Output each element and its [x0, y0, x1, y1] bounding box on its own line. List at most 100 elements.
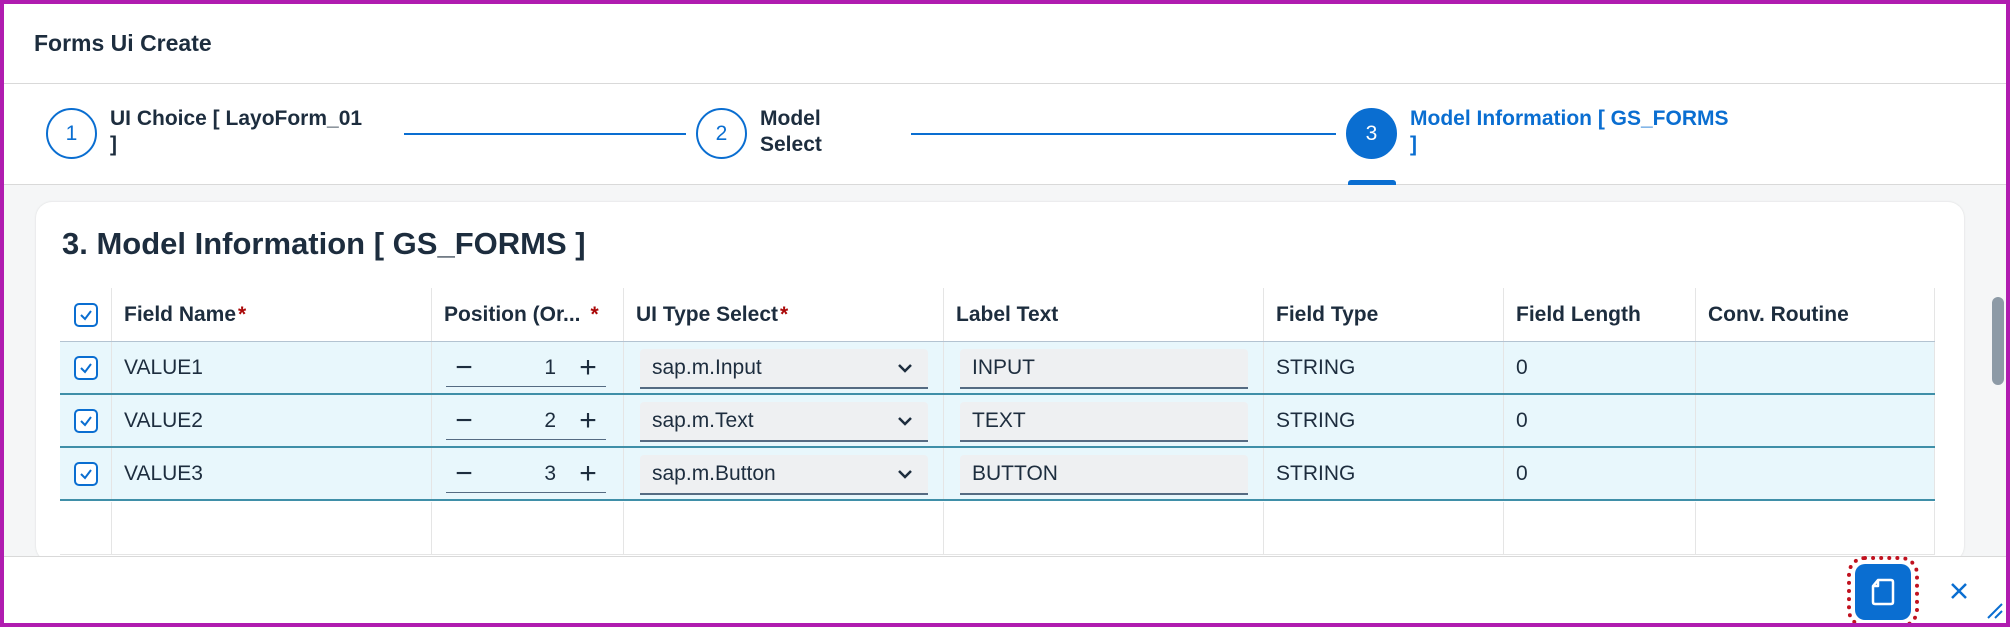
- column-header-label: Field Length: [1516, 302, 1641, 326]
- step-1-circle[interactable]: 1: [46, 108, 97, 159]
- step-1-label-line1: UI Choice [ LayoForm_01: [110, 107, 363, 130]
- resize-handle[interactable]: [1984, 600, 2004, 620]
- step-connector-2: [911, 133, 1336, 135]
- decrement-button[interactable]: −: [446, 456, 482, 492]
- position-stepper[interactable]: − 1 +: [446, 350, 606, 387]
- label-text-input[interactable]: [960, 349, 1248, 389]
- plus-icon: +: [579, 351, 597, 384]
- empty-cell: [624, 502, 944, 554]
- position-cell: − 2 +: [432, 395, 624, 446]
- table-row[interactable]: VALUE2 − 2 + sap.m.Text TEXT STRING 0: [60, 395, 1935, 448]
- column-header-label-text[interactable]: Label Text: [944, 288, 1264, 341]
- label-text-cell: [944, 395, 1264, 446]
- minus-icon: −: [455, 457, 473, 490]
- position-value[interactable]: 1: [482, 356, 570, 380]
- step-3-label-line1: Model Information [ GS_FORMS: [1410, 107, 1729, 130]
- label-text-cell: [944, 448, 1264, 499]
- table-row-empty: [60, 502, 1935, 555]
- column-header-conv-routine[interactable]: Conv. Routine: [1696, 288, 1935, 341]
- label-text-input[interactable]: [960, 455, 1248, 495]
- field-name-cell: VALUE2: [112, 395, 432, 446]
- conv-routine-cell: [1696, 395, 1935, 446]
- row-checkbox[interactable]: [73, 408, 98, 433]
- step-2-label-line2: Select: [760, 133, 822, 156]
- dialog-header: Forms Ui Create: [4, 4, 2006, 84]
- increment-button[interactable]: +: [570, 350, 606, 386]
- label-text-cell: [944, 342, 1264, 393]
- required-marker: *: [780, 302, 789, 326]
- label-text-input[interactable]: [960, 402, 1248, 442]
- table-header-row: Field Name * Position (Or... * UI Type Sel…: [60, 288, 1935, 342]
- position-value[interactable]: 2: [482, 409, 570, 433]
- empty-cell: [1264, 502, 1504, 554]
- column-header-ui-type[interactable]: UI Type Select *: [624, 288, 944, 341]
- field-name-cell: VALUE3: [112, 448, 432, 499]
- select-all-cell: [60, 288, 112, 341]
- column-header-field-length[interactable]: Field Length: [1504, 288, 1696, 341]
- step-1-label[interactable]: UI Choice [ LayoForm_01 ]: [110, 106, 362, 158]
- row-checkbox[interactable]: [73, 461, 98, 486]
- row-select-cell: [60, 342, 112, 393]
- column-header-field-name[interactable]: Field Name *: [112, 288, 432, 341]
- position-stepper[interactable]: − 3 +: [446, 456, 606, 493]
- copy-icon: [1871, 578, 1895, 606]
- minus-icon: −: [455, 351, 473, 384]
- step-3-circle[interactable]: 3: [1346, 108, 1397, 159]
- step-2-circle[interactable]: 2: [696, 108, 747, 159]
- position-cell: − 1 +: [432, 342, 624, 393]
- increment-button[interactable]: +: [570, 456, 606, 492]
- step-3-label-line2: ]: [1410, 133, 1417, 156]
- ui-type-select-value: sap.m.Input: [652, 356, 762, 379]
- ui-type-cell: sap.m.Input: [624, 342, 944, 393]
- table-row[interactable]: VALUE1 − 1 + sap.m.Input INPUT STRING 0: [60, 342, 1935, 395]
- column-header-label: Field Type: [1276, 302, 1379, 326]
- conv-routine-cell: [1696, 342, 1935, 393]
- step-3-label[interactable]: Model Information [ GS_FORMS ]: [1410, 106, 1729, 158]
- decrement-button[interactable]: −: [446, 350, 482, 386]
- empty-cell: [1504, 502, 1696, 554]
- ui-type-select[interactable]: sap.m.Button: [640, 455, 928, 495]
- copy-button[interactable]: [1847, 556, 1919, 623]
- ui-type-select[interactable]: sap.m.Input: [640, 349, 928, 389]
- increment-button[interactable]: +: [570, 403, 606, 439]
- section-title: 3. Model Information [ GS_FORMS ]: [62, 226, 586, 261]
- chevron-down-icon: [898, 417, 912, 426]
- close-button[interactable]: [1939, 571, 1979, 611]
- empty-cell: [944, 502, 1264, 554]
- field-type-cell: STRING: [1264, 395, 1504, 446]
- empty-cell: [112, 502, 432, 554]
- select-all-checkbox[interactable]: [73, 302, 98, 327]
- chevron-down-icon: [898, 364, 912, 373]
- vertical-scrollbar[interactable]: [1992, 297, 2004, 385]
- check-icon: [79, 415, 92, 427]
- field-name-cell: VALUE1: [112, 342, 432, 393]
- row-checkbox[interactable]: [73, 355, 98, 380]
- position-value[interactable]: 3: [482, 462, 570, 486]
- position-stepper[interactable]: − 2 +: [446, 403, 606, 440]
- field-length-cell: 0: [1504, 448, 1696, 499]
- field-length-cell: 0: [1504, 395, 1696, 446]
- ui-type-select[interactable]: sap.m.Text: [640, 402, 928, 442]
- check-icon: [79, 468, 92, 480]
- model-information-panel: 3. Model Information [ GS_FORMS ] Field …: [36, 202, 1964, 562]
- wizard-progress-bar: 1 UI Choice [ LayoForm_01 ] 2 Model Sele…: [4, 84, 2006, 185]
- step-1-label-line2: ]: [110, 133, 117, 156]
- step-2-label[interactable]: Model Select: [760, 106, 822, 158]
- field-length-cell: 0: [1504, 342, 1696, 393]
- chevron-down-icon: [898, 470, 912, 479]
- column-header-field-type[interactable]: Field Type: [1264, 288, 1504, 341]
- position-cell: − 3 +: [432, 448, 624, 499]
- row-select-cell: [60, 448, 112, 499]
- decrement-button[interactable]: −: [446, 403, 482, 439]
- field-type-cell: STRING: [1264, 342, 1504, 393]
- plus-icon: +: [579, 404, 597, 437]
- column-header-position[interactable]: Position (Or... *: [432, 288, 624, 341]
- dialog-window: Forms Ui Create 1 UI Choice [ LayoForm_0…: [0, 0, 2010, 627]
- table-row[interactable]: VALUE3 − 3 + sap.m.Button BUTTON STRING …: [60, 448, 1935, 501]
- ui-type-select-value: sap.m.Text: [652, 409, 754, 432]
- check-icon: [79, 362, 92, 374]
- minus-icon: −: [455, 404, 473, 437]
- resize-handle-icon: [1987, 603, 2003, 619]
- ui-type-cell: sap.m.Text: [624, 395, 944, 446]
- column-header-label: UI Type Select: [636, 302, 778, 326]
